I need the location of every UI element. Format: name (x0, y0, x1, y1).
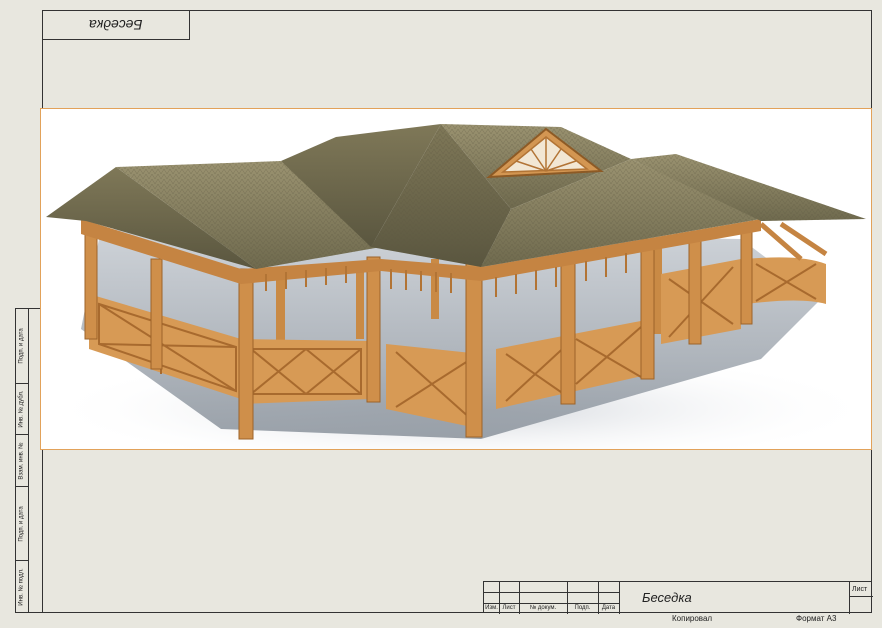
strip-cell-original-inventory: Инв. № подл. (19, 568, 25, 606)
title-block: Изм. Лист № докум. Подп. Дата Беседка Ли… (483, 581, 873, 614)
left-binding-strip: Подп. и дата Инв. № дубл. Взам. инв. № П… (15, 308, 42, 613)
col-signature: Подп. (574, 605, 591, 611)
strip-cell-signature-1: Подп. и дата (16, 309, 28, 384)
col-date: Дата (601, 605, 616, 611)
document-title: Беседка (642, 590, 692, 605)
sheet-label: Лист (852, 586, 868, 593)
gazebo-render (40, 108, 872, 450)
col-change: Изм. (485, 605, 498, 611)
right-struts (759, 221, 828, 261)
corner-stamp-text: Беседка (88, 16, 143, 33)
copied-label: Копировал (672, 614, 713, 623)
strip-cell-replace-inventory: Взам. инв. № (16, 435, 28, 487)
gazebo-illustration (41, 124, 871, 449)
strip-cell-dup-inventory: Инв. № дубл. (16, 384, 28, 435)
strip-divider (28, 309, 29, 612)
format-label: Формат A3 (796, 614, 837, 623)
corner-stamp: Беседка (42, 10, 190, 40)
strip-cell-signature-2: Подп. и дата (16, 487, 28, 561)
col-sheet: Лист (502, 605, 516, 611)
col-doc-number: № докум. (529, 605, 557, 611)
